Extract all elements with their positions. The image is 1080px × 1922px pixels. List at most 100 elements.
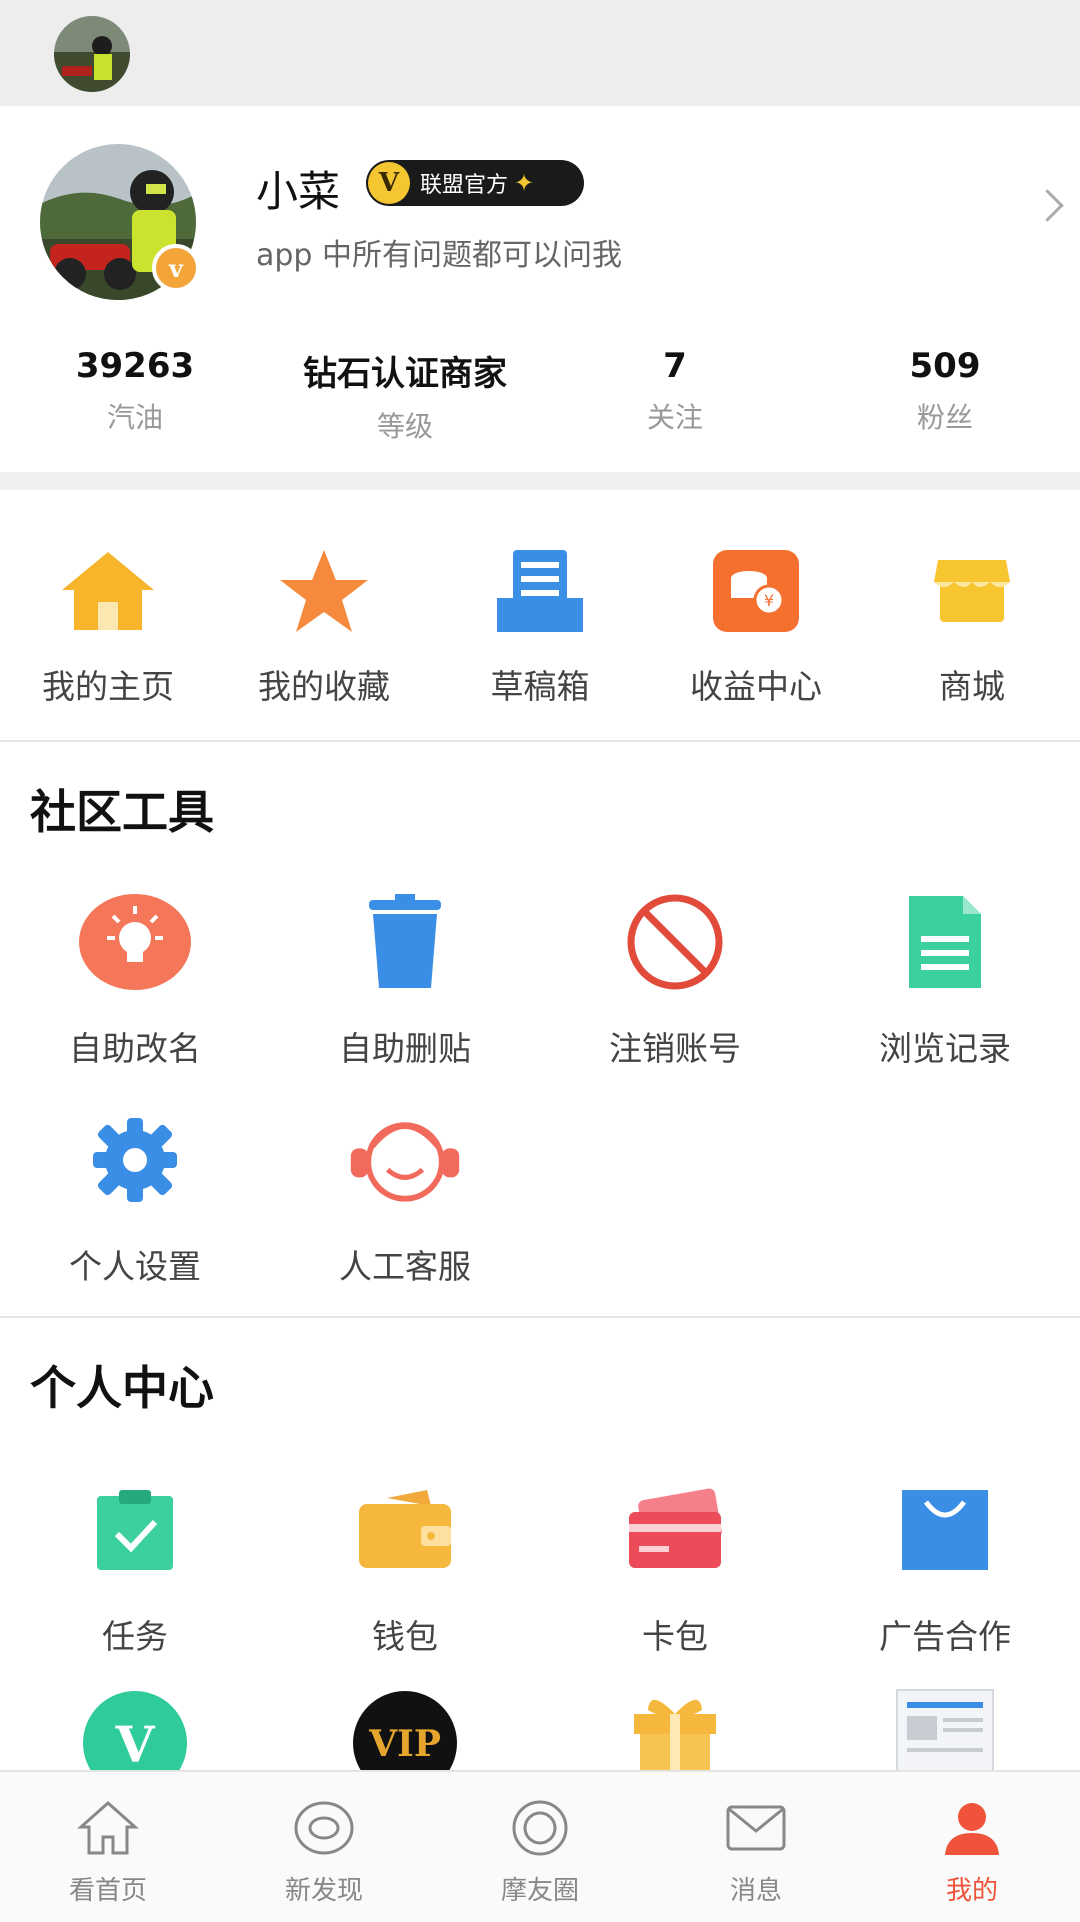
star-icon [274,548,374,634]
tool-delete-post[interactable]: 自助删贴 [270,892,540,1070]
personal-label: 卡包 [642,1617,708,1656]
trash-icon [345,892,465,992]
svg-text:¥: ¥ [764,591,774,610]
personal-label: 任务 [102,1617,168,1656]
card-icon [615,1480,735,1580]
official-badge: V 联盟官方 ✦ [366,160,584,206]
v-badge-icon: V [368,162,410,204]
gift-icon [615,1688,735,1770]
earnings-icon: ¥ [706,548,806,634]
top-avatar[interactable] [54,16,130,92]
tab-messages[interactable]: 消息 [648,1798,864,1907]
tab-me[interactable]: 我的 [864,1798,1080,1907]
gear-icon [75,1110,195,1210]
quick-link-label: 收益中心 [690,667,822,706]
wallet-icon [345,1480,465,1580]
personal-news-item[interactable] [810,1688,1080,1770]
shopping-bag-icon [885,1480,1005,1580]
vip-glyph: VIP [368,1723,441,1765]
stat-label: 粉丝 [916,401,973,434]
personal-v-item[interactable]: V [0,1688,270,1770]
lightbulb-icon [75,892,195,992]
drafts-icon [490,548,590,634]
home-icon [58,548,158,634]
tab-label: 看首页 [68,1876,147,1906]
tab-label: 我的 [945,1876,998,1906]
top-bar [0,0,1080,106]
sparkle-icon: ✦ [514,169,535,197]
stat-label: 汽油 [106,401,163,434]
mail-icon [721,1798,791,1858]
personal-label: 广告合作 [879,1617,1011,1656]
stat-fuel[interactable]: 39263 汽油 [0,346,270,436]
quick-link-shop[interactable]: 商城 [864,548,1080,708]
stat-level[interactable]: 钻石认证商家 等级 [270,346,540,445]
tab-label: 消息 [729,1876,782,1906]
tool-label: 自助删贴 [339,1029,471,1068]
tool-label: 浏览记录 [879,1029,1011,1068]
official-badge-text: 联盟官方 [420,173,509,198]
stat-value: 39263 [75,346,195,386]
user-bio: app 中所有问题都可以问我 [256,238,623,273]
personal-card-wallet[interactable]: 卡包 [540,1480,810,1658]
stat-label: 关注 [646,401,703,434]
profile-card[interactable]: v 小菜 V 联盟官方 ✦ app 中所有问题都可以问我 39263 汽油 钻石… [0,106,1080,472]
verified-badge: v [152,244,200,292]
stat-value: 509 [909,346,981,386]
quick-links: 我的主页 我的收藏 草稿箱 ¥ 收益中心 商城 [0,490,1080,740]
tool-settings[interactable]: 个人设置 [0,1110,270,1288]
quick-link-home[interactable]: 我的主页 [0,548,216,708]
quick-link-drafts[interactable]: 草稿箱 [432,548,648,708]
stat-following[interactable]: 7 关注 [540,346,810,436]
tool-label: 自助改名 [69,1029,201,1068]
newspaper-icon [885,1688,1005,1770]
prohibit-icon [615,892,735,992]
quick-link-label: 我的主页 [42,667,174,706]
quick-link-earnings[interactable]: ¥ 收益中心 [648,548,864,708]
tab-riders-circle[interactable]: 摩友圈 [432,1798,648,1907]
quick-link-favorites[interactable]: 我的收藏 [216,548,432,708]
headset-icon [345,1110,465,1210]
tool-deactivate-account[interactable]: 注销账号 [540,892,810,1070]
clipboard-check-icon [75,1480,195,1580]
vip-icon: VIP [345,1688,465,1770]
stat-followers[interactable]: 509 粉丝 [810,346,1080,436]
personal-task[interactable]: 任务 [0,1480,270,1658]
bottom-tab-bar: 看首页 新发现 摩友圈 消息 我的 [0,1770,1080,1922]
tool-history[interactable]: 浏览记录 [810,892,1080,1070]
tab-label: 新发现 [284,1876,363,1906]
quick-link-label: 我的收藏 [258,667,390,706]
tool-label: 注销账号 [609,1029,741,1068]
home-outline-icon [73,1798,143,1858]
personal-gift-item[interactable] [540,1688,810,1770]
circle-icon [505,1798,575,1858]
document-icon [885,892,1005,992]
tool-customer-service[interactable]: 人工客服 [270,1110,540,1288]
tool-rename[interactable]: 自助改名 [0,892,270,1070]
v-badge-icon: V [75,1688,195,1770]
personal-wallet[interactable]: 钱包 [270,1480,540,1658]
user-name: 小菜 [256,167,341,216]
stat-value: 7 [663,346,687,386]
chevron-right-icon[interactable] [1031,189,1064,222]
quick-link-label: 草稿箱 [490,667,590,706]
tab-discover[interactable]: 新发现 [216,1798,432,1907]
stat-label: 等级 [376,410,433,443]
personal-vip-item[interactable]: VIP [270,1688,540,1770]
user-icon [937,1798,1007,1858]
tab-label: 摩友圈 [500,1876,579,1906]
discover-icon [289,1798,359,1858]
divider [0,740,1080,742]
section-separator [0,472,1080,490]
stat-value: 钻石认证商家 [303,354,507,394]
tool-label: 人工客服 [339,1247,471,1286]
tool-label: 个人设置 [69,1247,201,1286]
v-glyph: V [115,1715,156,1770]
tab-home[interactable]: 看首页 [0,1798,216,1907]
shop-icon [922,548,1022,634]
divider [0,1316,1080,1318]
quick-link-label: 商城 [939,667,1005,706]
section-title-personal: 个人中心 [30,1361,214,1415]
section-title-community: 社区工具 [30,785,214,839]
personal-ad-cooperation[interactable]: 广告合作 [810,1480,1080,1658]
